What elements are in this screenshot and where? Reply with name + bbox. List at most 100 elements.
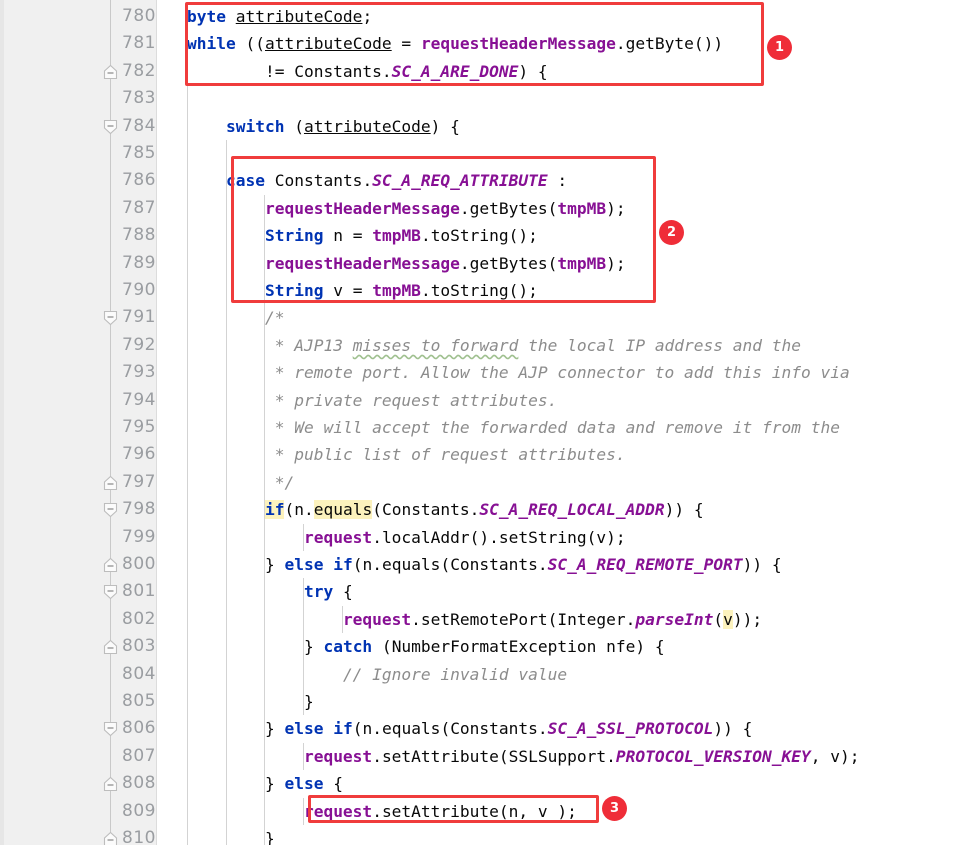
code-token: n (508, 801, 519, 821)
line-number: 793 (122, 362, 156, 383)
code-token: toString (430, 226, 509, 246)
fold-start-icon[interactable] (103, 119, 118, 135)
line-number: 787 (122, 197, 156, 218)
line-number: 809 (122, 800, 156, 821)
code-token: v (723, 609, 733, 629)
line-number: 795 (122, 417, 156, 437)
identifier-highlight: equals (313, 500, 373, 520)
code-line[interactable] (187, 140, 197, 167)
code-token: toString (430, 281, 509, 300)
line-number: 794 (122, 389, 156, 410)
code-token: requestHeaderMessage (420, 34, 616, 54)
comment-text: */ (274, 472, 295, 492)
line-number: 786 (122, 170, 156, 191)
code-token: SC_A_REQ_REMOTE_PORT (547, 555, 743, 574)
code-line[interactable]: if(n.equals(Constants.SC_A_REQ_LOCAL_ADD… (187, 496, 704, 523)
code-token: String (264, 281, 324, 300)
fold-end-icon[interactable] (103, 64, 118, 80)
code-line[interactable]: * We will accept the forwarded data and … (187, 414, 840, 441)
code-line[interactable]: try { (187, 578, 353, 605)
editor-gutter[interactable]: 780 781 782 783 784 785 786 787 788 789 790 791 792 7… (0, 0, 157, 845)
line-number: 792 (122, 334, 156, 355)
fold-end-icon[interactable] (103, 475, 118, 491)
comment-text: * We will accept the forwarded data and … (274, 418, 840, 437)
fold-start-icon[interactable] (103, 584, 118, 600)
code-line[interactable]: request.setAttribute(n, v ); (187, 798, 577, 825)
code-line[interactable]: */ (187, 469, 295, 496)
code-token: catch (323, 637, 373, 657)
code-line[interactable]: requestHeaderMessage.getBytes(tmpMB); (187, 195, 626, 222)
code-line[interactable]: // Ignore invalid value (187, 661, 567, 688)
line-number: 790 (122, 280, 156, 300)
code-token: v (830, 746, 841, 766)
code-token: attributeCode (264, 34, 392, 54)
line-number: 783 (122, 88, 156, 109)
code-token: Constants (450, 719, 538, 739)
code-token: tmpMB (557, 253, 607, 273)
line-number: 788 (122, 225, 156, 246)
fold-end-icon[interactable] (103, 831, 118, 845)
code-line[interactable]: } (187, 688, 314, 715)
fold-start-icon[interactable] (103, 310, 118, 326)
code-token: n (362, 719, 373, 739)
code-token: requestHeaderMessage (264, 198, 460, 218)
code-token: setAttribute (381, 746, 499, 766)
code-token: case (225, 171, 265, 191)
code-line[interactable]: * private request attributes. (187, 387, 558, 414)
code-token: request (303, 746, 373, 766)
code-line[interactable]: String n = tmpMB.toString(); (187, 222, 538, 249)
code-token: equals (313, 500, 373, 520)
code-token: requestHeaderMessage (264, 253, 460, 273)
code-line[interactable]: byte attributeCode; (187, 3, 372, 30)
code-line[interactable]: /* (187, 304, 285, 331)
code-token: NumberFormatException (391, 637, 597, 657)
code-token: byte (187, 7, 226, 26)
code-line[interactable]: } catch (NumberFormatException nfe) { (187, 633, 665, 660)
code-line[interactable]: String v = tmpMB.toString(); (187, 277, 538, 304)
code-token: request (303, 801, 373, 821)
code-token: request (342, 609, 412, 629)
code-line[interactable]: * remote port. Allow the AJP connector t… (187, 359, 850, 386)
code-token: try (303, 582, 334, 602)
fold-start-icon[interactable] (103, 502, 118, 518)
code-line[interactable]: * public list of request attributes. (187, 441, 626, 468)
fold-end-icon[interactable] (103, 776, 118, 792)
comment-text: /* (264, 308, 285, 328)
code-token: tmpMB (557, 198, 607, 218)
code-line[interactable]: case Constants.SC_A_REQ_ATTRIBUTE : (187, 167, 567, 194)
code-token: setString (498, 527, 587, 547)
code-line[interactable]: requestHeaderMessage.getBytes(tmpMB); (187, 250, 626, 277)
code-token: parseInt (635, 609, 714, 629)
annotation-badge-2: 2 (659, 220, 684, 245)
code-line[interactable]: } else if(n.equals(Constants.SC_A_REQ_RE… (187, 551, 782, 578)
code-line[interactable]: != Constants.SC_A_ARE_DONE) { (187, 58, 548, 85)
fold-start-icon[interactable] (103, 721, 118, 737)
code-line[interactable]: * AJP13 misses to forward the local IP a… (187, 332, 801, 359)
code-line[interactable]: while ((attributeCode = requestHeaderMes… (187, 30, 723, 57)
comment-text: * public list of request attributes. (274, 445, 626, 465)
code-line[interactable]: request.localAddr().setString(v); (187, 524, 626, 551)
code-token: else (284, 719, 324, 739)
code-line[interactable]: } (187, 825, 275, 845)
code-token: v (596, 527, 607, 547)
code-line[interactable]: } else { (187, 770, 343, 797)
code-line[interactable]: switch (attributeCode) { (187, 113, 460, 140)
fold-end-icon[interactable] (103, 557, 118, 573)
code-line[interactable]: request.setAttribute(SSLSupport.PROTOCOL… (187, 743, 860, 770)
code-line[interactable]: request.setRemotePort(Integer.parseInt(v… (187, 606, 762, 633)
code-token: tmpMB (372, 281, 421, 300)
annotation-badge-3: 3 (602, 796, 627, 821)
line-number: 781 (122, 33, 156, 54)
code-token: getBytes (469, 253, 548, 273)
code-content-area[interactable]: byte attributeCode; while ((attributeCode… (157, 0, 956, 845)
code-token: localAddr (381, 527, 470, 547)
code-token: else (284, 555, 324, 574)
code-token: tmpMB (372, 226, 421, 246)
line-number: 796 (122, 444, 156, 465)
code-token: if (333, 719, 353, 739)
fold-end-icon[interactable] (103, 639, 118, 655)
code-line[interactable] (187, 85, 197, 112)
line-number: 799 (122, 526, 156, 547)
code-token: getByte (625, 34, 694, 54)
code-line[interactable]: } else if(n.equals(Constants.SC_A_SSL_PR… (187, 715, 752, 742)
